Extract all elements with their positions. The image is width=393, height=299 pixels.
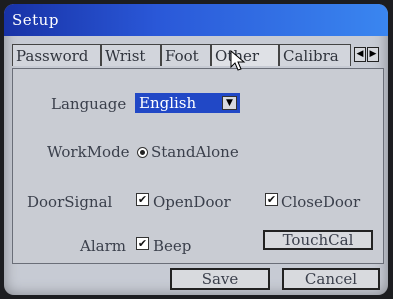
cancel-button[interactable]: Cancel: [282, 268, 380, 290]
tab-label: Password: [16, 47, 89, 65]
opendoor-checkbox[interactable]: ✔: [136, 193, 149, 206]
standalone-radio[interactable]: [137, 147, 148, 158]
tab-label: Foot: [165, 47, 199, 65]
settings-panel: Language English ▼ WorkMode StandAlone D…: [12, 68, 384, 264]
alarm-label: Alarm: [80, 237, 126, 255]
tab-wrist[interactable]: Wrist: [101, 44, 161, 66]
language-select[interactable]: English ▼: [135, 93, 240, 113]
tab-label: Calibra: [283, 47, 339, 65]
touchcal-button[interactable]: TouchCal: [263, 230, 373, 250]
tab-strip: Password Wrist Foot Other Calibra ◀ ▶: [12, 44, 384, 68]
workmode-label: WorkMode: [47, 143, 130, 161]
title-bar: Setup: [4, 4, 388, 36]
save-button[interactable]: Save: [170, 268, 270, 290]
tab-label: Wrist: [105, 47, 146, 65]
chevron-down-icon[interactable]: ▼: [222, 96, 237, 110]
mouse-pointer-icon: [230, 50, 246, 71]
doorsignal-label: DoorSignal: [27, 193, 113, 211]
window-title: Setup: [12, 11, 59, 29]
language-label: Language: [51, 95, 127, 113]
tab-password[interactable]: Password: [12, 44, 101, 66]
closedoor-label: CloseDoor: [281, 193, 361, 211]
opendoor-label: OpenDoor: [153, 193, 231, 211]
device-screen: Setup Password Wrist Foot Other Calibra …: [4, 4, 388, 295]
language-value: English: [139, 94, 197, 112]
closedoor-checkbox[interactable]: ✔: [265, 193, 278, 206]
tab-calibration[interactable]: Calibra: [279, 44, 351, 66]
triangle-right-icon[interactable]: ▶: [367, 47, 379, 62]
beep-checkbox[interactable]: ✔: [136, 237, 149, 250]
tab-foot[interactable]: Foot: [161, 44, 211, 66]
standalone-label: StandAlone: [151, 143, 239, 161]
beep-label: Beep: [153, 237, 192, 255]
triangle-left-icon[interactable]: ◀: [354, 47, 366, 62]
